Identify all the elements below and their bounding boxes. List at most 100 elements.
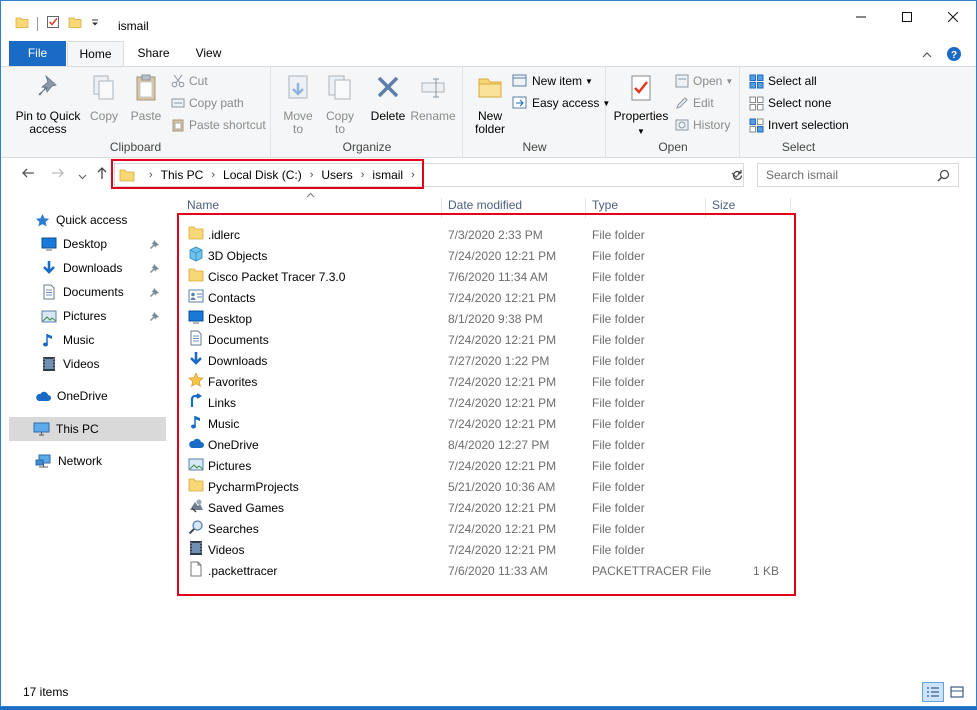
nav-item-quick-access[interactable]: Quick access (1, 208, 166, 232)
nav-item-label: Pictures (63, 309, 107, 323)
copy-button[interactable]: Copy (87, 73, 121, 123)
pin-icon[interactable] (149, 263, 160, 277)
invert-selection-label: Invert selection (768, 118, 849, 132)
table-row[interactable]: OneDrive 8/4/2020 12:27 PM File folder (171, 434, 791, 455)
paste-button[interactable]: Paste (127, 73, 165, 123)
forward-arrow-icon[interactable] (51, 166, 65, 183)
address-bar[interactable]: › This PC › Local Disk (C:) › Users › is… (114, 163, 744, 187)
quick-access-toolbar (15, 15, 108, 32)
select-none-button[interactable]: Select none (749, 93, 831, 113)
rename-button[interactable]: Rename (410, 73, 456, 123)
tab-file[interactable]: File (9, 41, 66, 66)
paste-shortcut-button[interactable]: Paste shortcut (171, 115, 266, 135)
pin-to-quick-access-button[interactable]: Pin to Quick access (13, 73, 83, 136)
properties-button[interactable]: Properties ▼ (613, 73, 669, 138)
search-box[interactable] (757, 163, 959, 187)
table-row[interactable]: 3D Objects 7/24/2020 12:21 PM File folde… (171, 245, 791, 266)
nav-item-downloads[interactable]: Downloads (1, 256, 166, 280)
move-to-button[interactable]: Move to (280, 73, 316, 136)
table-row[interactable]: .packettracer 7/6/2020 11:33 AM PACKETTR… (171, 560, 791, 581)
refresh-button[interactable] (727, 163, 747, 187)
table-row[interactable]: Documents 7/24/2020 12:21 PM File folder (171, 329, 791, 350)
easy-access-button[interactable]: Easy access ▼ (512, 93, 610, 113)
breadcrumb-separator[interactable]: › (361, 169, 365, 181)
nav-item-documents[interactable]: Documents (1, 280, 166, 304)
easy-access-label: Easy access (532, 96, 600, 110)
table-row[interactable]: Contacts 7/24/2020 12:21 PM File folder (171, 287, 791, 308)
clipboard-group-label: Clipboard (109, 140, 162, 154)
up-arrow-icon[interactable] (95, 166, 109, 183)
pin-icon[interactable] (149, 239, 160, 253)
history-button[interactable]: History (675, 115, 730, 135)
details-view-button[interactable] (922, 682, 944, 702)
breadcrumb-ismail[interactable]: ismail (372, 168, 403, 182)
new-folder-button[interactable]: New folder (470, 73, 510, 136)
search-icon[interactable] (937, 169, 950, 185)
nav-item-videos[interactable]: Videos (1, 352, 166, 376)
nav-item-desktop[interactable]: Desktop (1, 232, 166, 256)
search-input[interactable] (758, 164, 933, 186)
breadcrumb-separator[interactable]: › (149, 169, 153, 181)
open-button[interactable]: Open ▼ (675, 71, 733, 91)
table-row[interactable]: PycharmProjects 5/21/2020 10:36 AM File … (171, 476, 791, 497)
edit-button[interactable]: Edit (675, 93, 714, 113)
table-row[interactable]: Saved Games 7/24/2020 12:21 PM File fold… (171, 497, 791, 518)
recent-locations-chevron-icon[interactable] (78, 168, 87, 184)
pin-icon[interactable] (149, 287, 160, 301)
breadcrumb-separator[interactable]: › (310, 169, 314, 181)
large-icons-view-button[interactable] (946, 682, 968, 702)
copy-path-button[interactable]: Copy path (171, 93, 244, 113)
table-row[interactable]: Links 7/24/2020 12:21 PM File folder (171, 392, 791, 413)
file-name: Documents (208, 332, 269, 347)
nav-item-onedrive[interactable]: OneDrive (1, 384, 166, 408)
breadcrumb-local-disk[interactable]: Local Disk (C:) (223, 168, 302, 182)
breadcrumb-separator[interactable]: › (411, 169, 415, 181)
new-item-button[interactable]: New item ▼ (512, 71, 593, 91)
tab-home[interactable]: Home (67, 41, 124, 67)
nav-item-music[interactable]: Music (1, 328, 166, 352)
tab-share[interactable]: Share (126, 41, 181, 66)
cut-button[interactable]: Cut (171, 71, 208, 91)
breadcrumb-separator[interactable]: › (211, 169, 215, 181)
help-icon[interactable]: ? (946, 46, 962, 65)
open-icon (675, 74, 689, 88)
breadcrumb-users[interactable]: Users (321, 168, 352, 182)
table-row[interactable]: Videos 7/24/2020 12:21 PM File folder (171, 539, 791, 560)
collapse-ribbon-icon[interactable] (922, 50, 932, 62)
large-icons-view-icon (950, 686, 964, 698)
table-row[interactable]: Searches 7/24/2020 12:21 PM File folder (171, 518, 791, 539)
table-row[interactable]: Cisco Packet Tracer 7.3.0 7/6/2020 11:34… (171, 266, 791, 287)
tab-view[interactable]: View (181, 41, 236, 66)
table-row[interactable]: Downloads 7/27/2020 1:22 PM File folder (171, 350, 791, 371)
breadcrumb-this-pc[interactable]: This PC (161, 168, 204, 182)
back-arrow-icon[interactable] (21, 166, 35, 183)
table-row[interactable]: Music 7/24/2020 12:21 PM File folder (171, 413, 791, 434)
nav-item-pictures[interactable]: Pictures (1, 304, 166, 328)
delete-button[interactable]: Delete (368, 73, 408, 123)
table-row[interactable]: Desktop 8/1/2020 9:38 PM File folder (171, 308, 791, 329)
select-none-icon (749, 96, 764, 110)
column-header-date[interactable]: Date modified (442, 198, 586, 218)
new-folder-qat-icon[interactable] (68, 15, 82, 32)
column-header-type[interactable]: Type (586, 198, 706, 218)
nav-item-network[interactable]: Network (1, 449, 166, 473)
invert-selection-button[interactable]: Invert selection (749, 115, 849, 135)
close-button[interactable] (930, 1, 976, 33)
copy-to-button[interactable]: Copy to (322, 73, 358, 136)
nav-item-this-pc[interactable]: This PC (9, 417, 166, 441)
table-row[interactable]: .idlerc 7/3/2020 2:33 PM File folder (171, 224, 791, 245)
file-name: 3D Objects (208, 248, 268, 263)
pin-icon[interactable] (149, 311, 160, 325)
file-date: 7/24/2020 12:21 PM (448, 290, 557, 305)
table-row[interactable]: Favorites 7/24/2020 12:21 PM File folder (171, 371, 791, 392)
column-header-size[interactable]: Size (706, 198, 791, 218)
select-all-button[interactable]: Select all (749, 71, 817, 91)
maximize-button[interactable] (884, 1, 930, 33)
table-row[interactable]: Pictures 7/24/2020 12:21 PM File folder (171, 455, 791, 476)
file-date: 8/4/2020 12:27 PM (448, 437, 550, 452)
music-icon (43, 334, 52, 347)
column-header-name[interactable]: Name (181, 198, 442, 218)
customize-qat-chevron-icon[interactable] (90, 17, 100, 31)
properties-qat-icon[interactable] (46, 15, 60, 32)
minimize-button[interactable] (838, 1, 884, 33)
